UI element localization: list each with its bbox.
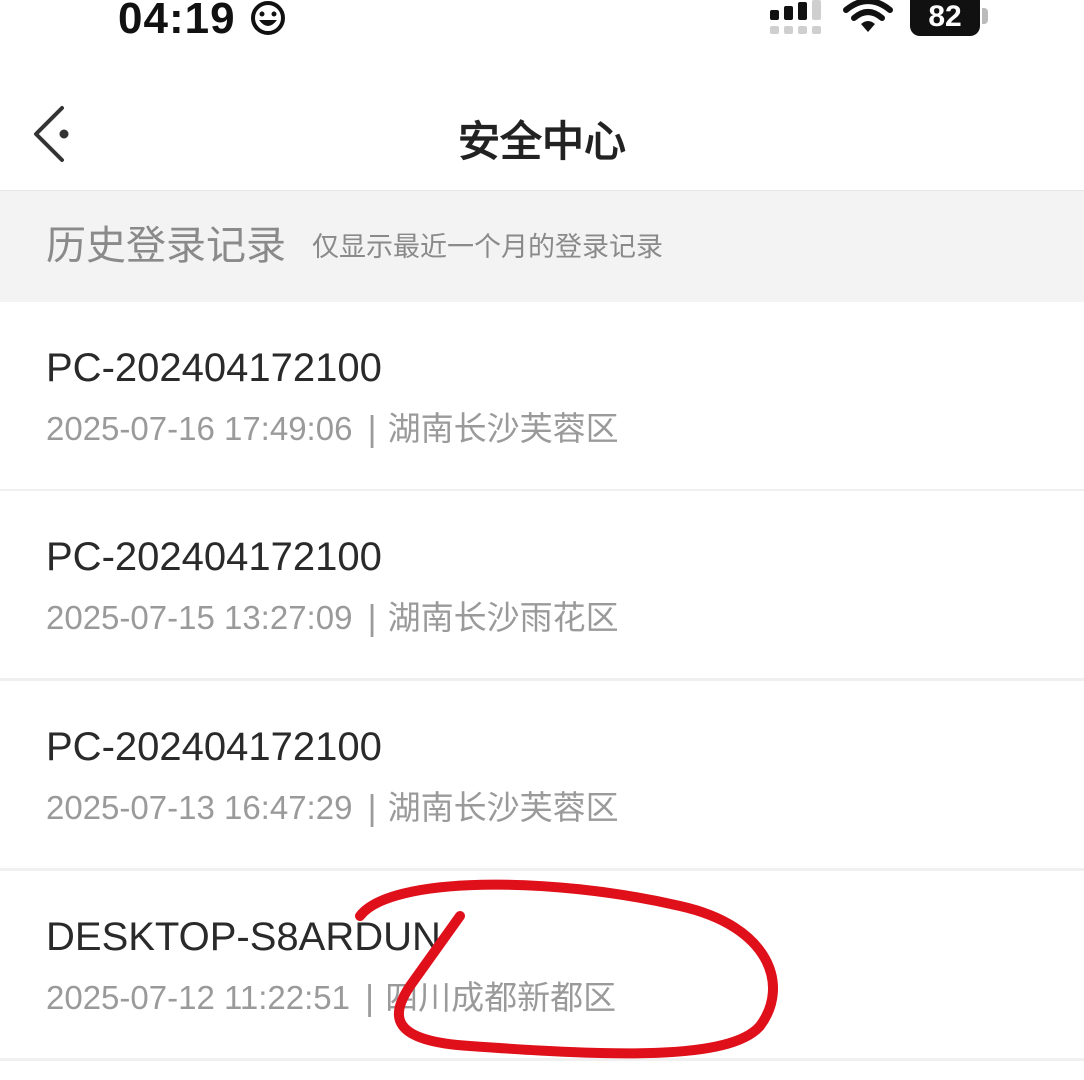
- device-name: PC-202404172100: [46, 535, 382, 579]
- battery-tip: [982, 8, 988, 24]
- device-name: PC-202404172100: [46, 725, 382, 769]
- record-meta: 2025-07-13 16:47:29 | 湖南长沙芙蓉区: [46, 781, 619, 829]
- smiley-face-icon: [251, 1, 285, 35]
- battery-indicator: 82: [910, 0, 980, 36]
- status-bar: 04:19 82: [0, 0, 1084, 70]
- login-location: 湖南长沙芙蓉区: [387, 409, 619, 448]
- meta-separator: |: [366, 788, 378, 827]
- cellular-signal-icon: [770, 0, 821, 34]
- meta-separator: |: [366, 409, 378, 448]
- device-name: DESKTOP-S8ARDUN: [46, 915, 441, 959]
- login-location: 四川成都新都区: [385, 978, 617, 1017]
- record-meta: 2025-07-16 17:49:06 | 湖南长沙芙蓉区: [46, 402, 619, 450]
- meta-separator: |: [363, 978, 376, 1017]
- login-record[interactable]: DESKTOP-S8ARDUN 2025-07-12 11:22:51 | 四川成都…: [0, 871, 1084, 1061]
- login-time: 2025-07-13 16:47:29: [46, 789, 353, 826]
- section-subtitle: 仅显示最近一个月的登录记录: [312, 232, 663, 263]
- login-time: 2025-07-15 13:27:09: [46, 599, 353, 636]
- section-title: 历史登录记录: [46, 223, 286, 269]
- login-time: 2025-07-12 11:22:51: [46, 979, 350, 1016]
- login-location: 湖南长沙芙蓉区: [387, 788, 619, 827]
- login-record[interactable]: PC-202404172100 2025-07-15 13:27:09 | 湖南长沙…: [0, 491, 1084, 681]
- login-history-header: 历史登录记录 仅显示最近一个月的登录记录: [0, 190, 1084, 302]
- device-name: PC-202404172100: [46, 346, 382, 390]
- page-title: 安全中心: [457, 117, 626, 166]
- login-time: 2025-07-16 17:49:06: [46, 410, 353, 447]
- login-record[interactable]: PC-202404172100 2025-07-16 17:49:06 | 湖南长沙…: [0, 302, 1084, 492]
- wifi-icon: [843, 0, 893, 32]
- record-meta: 2025-07-15 13:27:09 | 湖南长沙雨花区: [46, 591, 619, 639]
- status-time: 04:19: [118, 0, 236, 43]
- navigation-bar: 安全中心: [0, 80, 1084, 190]
- meta-separator: |: [366, 598, 378, 637]
- login-record[interactable]: PC-202404172100 2025-07-13 16:47:29 | 湖南长沙…: [0, 681, 1084, 871]
- login-location: 湖南长沙雨花区: [387, 598, 619, 637]
- record-meta: 2025-07-12 11:22:51 | 四川成都新都区: [46, 971, 616, 1019]
